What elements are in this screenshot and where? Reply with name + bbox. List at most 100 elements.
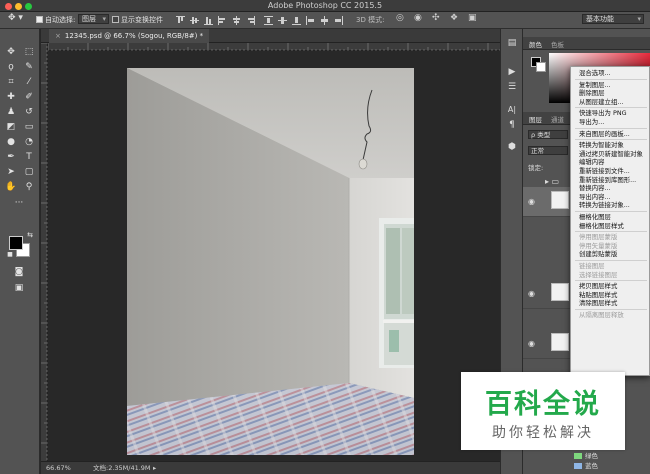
context-menu-item[interactable]: 导出为... <box>571 118 649 127</box>
workspace-dropdown[interactable]: 基本功能 <box>582 14 644 24</box>
move-tool-options-icon[interactable]: ✥ ▾ <box>8 13 23 23</box>
tab-layers[interactable]: 图层 <box>529 114 542 124</box>
screen-mode-icon[interactable]: ▣ <box>11 282 27 295</box>
canvas-area[interactable] <box>48 51 504 461</box>
color-label-green[interactable]: 绿色 <box>574 452 650 460</box>
show-transform-checkbox[interactable] <box>112 16 119 23</box>
properties-panel-icon[interactable]: ☰ <box>506 81 518 93</box>
vertical-ruler[interactable] <box>41 42 48 461</box>
history-panel-icon[interactable]: ▤ <box>506 37 518 49</box>
healing-tool-icon[interactable]: ✚ <box>3 91 19 104</box>
brush-tool-icon[interactable]: ✐ <box>21 91 37 104</box>
context-menu-item[interactable]: 创建剪贴蒙版 <box>571 250 649 259</box>
pen-tool-icon[interactable]: ✒ <box>3 151 19 164</box>
context-menu-item[interactable]: 来自图层的画板... <box>571 130 649 139</box>
crop-tool-icon[interactable]: ⌗ <box>3 76 19 89</box>
gradient-tool-icon[interactable]: ▭ <box>21 121 37 134</box>
layer-visibility-eye-icon[interactable]: ◉ <box>528 197 535 206</box>
layer-group-folder-icon[interactable]: ▸ ▭ <box>545 177 559 186</box>
3d-slide-icon[interactable]: ❖ <box>450 13 458 23</box>
distribute-right-icon[interactable] <box>334 16 343 25</box>
tab-swatches[interactable]: 色板 <box>551 39 564 49</box>
context-menu-item[interactable]: 栅格化图层 <box>571 213 649 222</box>
distribute-bottom-icon[interactable] <box>292 16 301 25</box>
path-select-tool-icon[interactable]: ➤ <box>3 166 19 179</box>
context-menu-item[interactable]: 转换为智能对象 <box>571 141 649 150</box>
marquee-tool-icon[interactable]: ⬚ <box>21 46 37 59</box>
distribute-top-icon[interactable] <box>264 16 273 25</box>
document-tab[interactable]: × 12345.psd @ 66.7% (Sogou, RGB/8#) * <box>49 29 210 43</box>
align-vertical-center-icon[interactable] <box>190 16 199 25</box>
align-bottom-icon[interactable] <box>204 16 213 25</box>
show-transform-option[interactable]: 显示变换控件 <box>112 15 163 25</box>
auto-select-option[interactable]: 自动选择: <box>36 15 75 25</box>
default-colors-icon[interactable]: ■ <box>2 248 18 261</box>
color-label-blue-text: 蓝色 <box>585 462 598 470</box>
context-menu-item[interactable]: 转换为链接对象... <box>571 201 649 210</box>
close-tab-icon[interactable]: × <box>55 32 61 40</box>
hand-tool-icon[interactable]: ✋ <box>3 181 19 194</box>
paragraph-panel-icon[interactable]: ¶ <box>506 119 518 131</box>
document-size-info[interactable]: 文档:2.35M/41.9M <box>93 462 151 474</box>
layer-visibility-eye-icon[interactable]: ◉ <box>528 339 535 348</box>
context-menu-item[interactable]: 从图层建立组... <box>571 98 649 107</box>
color-bg-swatch[interactable] <box>536 62 546 72</box>
distribute-hcenter-icon[interactable] <box>320 16 329 25</box>
zoom-tool-icon[interactable]: ⚲ <box>21 181 37 194</box>
distribute-left-icon[interactable] <box>306 16 315 25</box>
lasso-tool-icon[interactable]: ϙ <box>3 61 19 74</box>
context-menu-item[interactable]: 拷贝图层样式 <box>571 282 649 291</box>
context-menu-item[interactable]: 替换内容... <box>571 184 649 193</box>
zoom-level[interactable]: 66.67% <box>46 462 71 474</box>
horizontal-ruler[interactable] <box>47 43 504 51</box>
context-menu-item[interactable]: 编辑内容 <box>571 158 649 167</box>
context-menu-item[interactable]: 清除图层样式 <box>571 299 649 308</box>
context-menu-item[interactable]: 复制图层... <box>571 81 649 90</box>
align-left-icon[interactable] <box>218 16 227 25</box>
history-brush-tool-icon[interactable]: ↺ <box>21 106 37 119</box>
align-horizontal-center-icon[interactable] <box>232 16 241 25</box>
quick-select-tool-icon[interactable]: ✎ <box>21 61 37 74</box>
blur-tool-icon[interactable]: ● <box>3 136 19 149</box>
tab-channels[interactable]: 通道 <box>551 114 564 124</box>
move-tool-icon[interactable]: ✥ <box>3 46 19 59</box>
layer-filter-dropdown[interactable]: ρ 类型 <box>528 130 568 139</box>
dodge-tool-icon[interactable]: ◔ <box>21 136 37 149</box>
status-arrow-icon[interactable]: ▸ <box>153 462 156 474</box>
context-menu-item[interactable]: 重新链接到库图形... <box>571 176 649 185</box>
auto-select-checkbox[interactable] <box>36 16 43 23</box>
blend-mode-dropdown[interactable]: 正常 <box>528 146 568 155</box>
type-tool-icon[interactable]: T <box>21 151 37 164</box>
swap-colors-icon[interactable]: ⇆ <box>22 229 38 242</box>
align-top-icon[interactable] <box>176 16 185 25</box>
tab-color[interactable]: 颜色 <box>529 39 542 49</box>
more-tools-icon[interactable]: ··· <box>11 197 27 210</box>
stamp-tool-icon[interactable]: ♟ <box>3 106 19 119</box>
menu-separator <box>575 309 647 310</box>
context-menu-item[interactable]: 混合选项... <box>571 69 649 78</box>
layer-visibility-eye-icon[interactable]: ◉ <box>528 289 535 298</box>
room-photo[interactable] <box>127 68 414 455</box>
distribute-vcenter-icon[interactable] <box>278 16 287 25</box>
3d-orbit-icon[interactable]: ◎ <box>396 13 404 23</box>
actions-panel-icon[interactable]: ▶ <box>506 66 518 78</box>
3d-roll-icon[interactable]: ◉ <box>414 13 422 23</box>
room-photo-image <box>127 68 414 455</box>
watermark-title: 百科全说 <box>485 389 601 420</box>
3d-pan-icon[interactable]: ✣ <box>432 13 440 23</box>
quick-mask-icon[interactable]: ◙ <box>11 266 27 279</box>
menu-separator <box>575 260 647 261</box>
auto-select-target-dropdown[interactable]: 图层 <box>78 14 109 24</box>
shape-tool-icon[interactable]: ▢ <box>21 166 37 179</box>
context-menu-item[interactable]: 栅格化图层样式 <box>571 222 649 231</box>
3d-scale-icon[interactable]: ▣ <box>468 13 477 23</box>
color-label-blue[interactable]: 蓝色 <box>574 462 650 470</box>
3d-panel-icon[interactable]: ⬢ <box>506 141 518 153</box>
eyedropper-tool-icon[interactable]: ⁄ <box>21 76 37 89</box>
eraser-tool-icon[interactable]: ◩ <box>3 121 19 134</box>
context-menu-item[interactable]: 删除图层 <box>571 89 649 98</box>
character-panel-icon[interactable]: A| <box>506 104 518 116</box>
context-menu-item[interactable]: 快速导出为 PNG <box>571 109 649 118</box>
align-right-icon[interactable] <box>246 16 255 25</box>
context-menu-item[interactable]: 重新链接到文件... <box>571 167 649 176</box>
